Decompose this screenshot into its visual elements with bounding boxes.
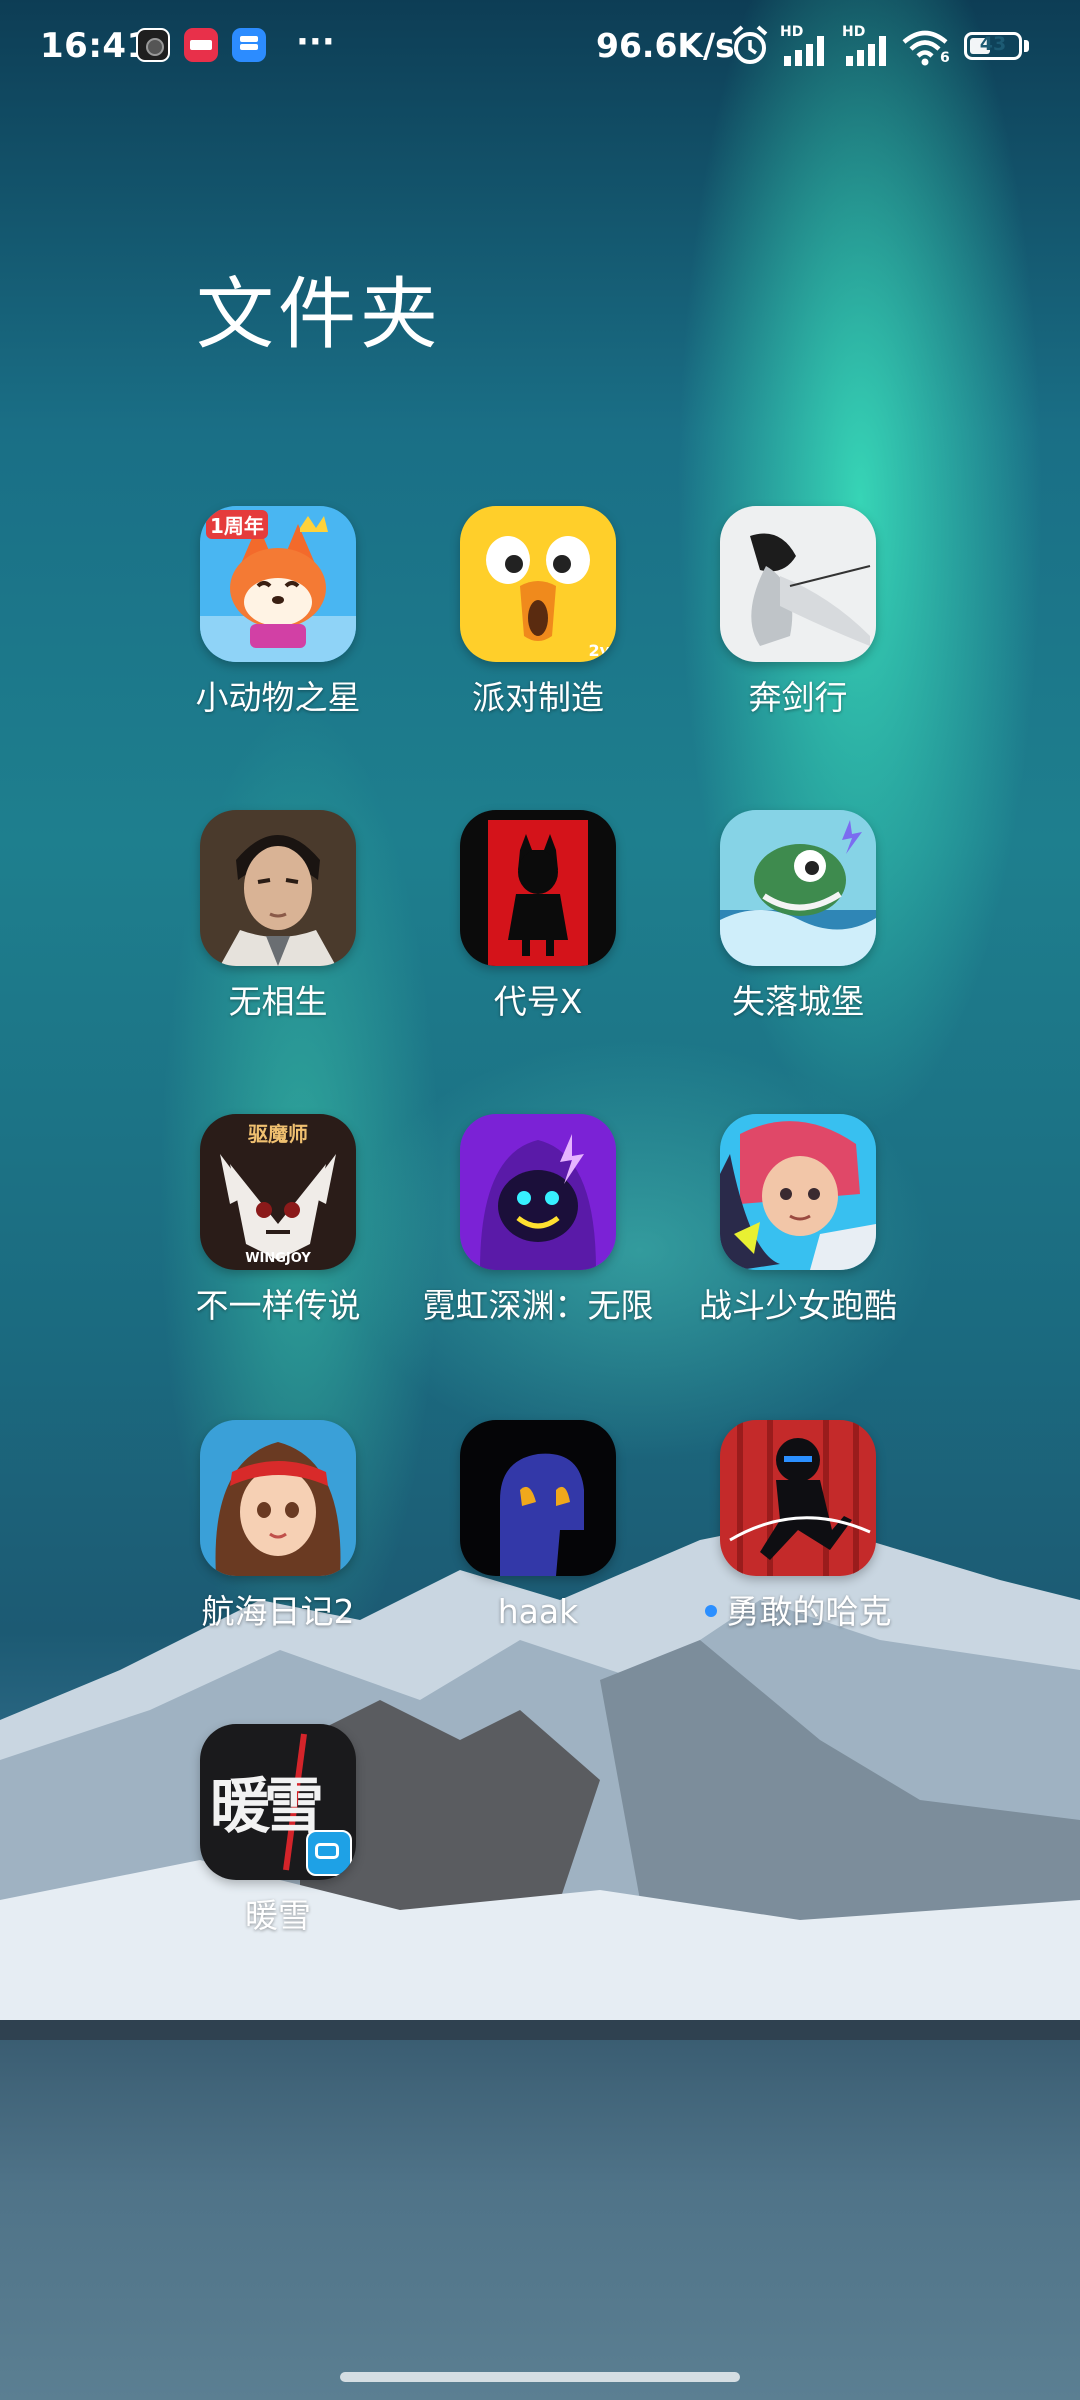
dark-mask-icon bbox=[460, 1420, 616, 1576]
app-shiluochengbao[interactable]: 失落城堡 bbox=[668, 810, 928, 1024]
app-zhandoushaonv[interactable]: 战斗少女跑酷 bbox=[668, 1114, 928, 1328]
battery-cap bbox=[1024, 40, 1029, 52]
calligraphy-text: 暖雪 bbox=[210, 1772, 324, 1842]
app-label: 派对制造 bbox=[472, 678, 604, 717]
layers-notification-icon bbox=[232, 28, 266, 62]
red-silhouette-icon bbox=[460, 810, 616, 966]
lake-wallpaper bbox=[0, 2040, 1080, 2400]
anime-girl-icon bbox=[720, 1114, 876, 1270]
exorcist-tag: 驱魔师 bbox=[248, 1122, 308, 1146]
app-label: haak bbox=[497, 1592, 579, 1631]
app-haak[interactable]: haak bbox=[408, 1420, 668, 1634]
portrait-man-icon bbox=[200, 810, 356, 966]
bilibili-badge-icon bbox=[306, 1830, 352, 1876]
swordsman-icon bbox=[720, 506, 876, 662]
app-benjianxing[interactable]: 奔剑行 bbox=[668, 506, 928, 720]
app-label: 航海日记2 bbox=[201, 1592, 355, 1631]
version-tag: 2v bbox=[588, 641, 610, 660]
app-label: 暖雪 bbox=[245, 1896, 311, 1935]
camera-notification-icon bbox=[136, 28, 170, 62]
app-label: 小动物之星 bbox=[195, 678, 361, 717]
skull-emblem-icon: 驱魔师 WINGJOY bbox=[200, 1114, 356, 1270]
app-label: 战斗少女跑酷 bbox=[699, 1286, 897, 1325]
wingjoy-tag: WINGJOY bbox=[245, 1251, 311, 1266]
status-time: 16:41 bbox=[40, 26, 151, 66]
ninja-icon bbox=[720, 1420, 876, 1576]
app-nuanxue[interactable]: 暖雪 暖雪 bbox=[148, 1724, 408, 1938]
cellular-signal-1-icon bbox=[784, 36, 824, 66]
app-label-text: 勇敢的哈克 bbox=[726, 1592, 892, 1631]
cellular-signal-2-icon bbox=[846, 36, 886, 66]
app-daihaox[interactable]: 代号X bbox=[408, 810, 668, 1024]
app-notification-icon bbox=[184, 28, 218, 62]
green-creature-icon bbox=[720, 810, 876, 966]
app-label: 失落城堡 bbox=[732, 982, 864, 1021]
alarm-icon bbox=[732, 25, 768, 64]
status-bar: 16:41 ··· 96.6K/s HD HD 6 43 bbox=[0, 0, 1080, 96]
app-yonggandehake[interactable]: 勇敢的哈克 bbox=[668, 1420, 928, 1634]
wifi-6-tag: 6 bbox=[940, 50, 950, 66]
folder-title[interactable]: 文件夹 bbox=[196, 252, 442, 364]
app-nihongshenyuan[interactable]: 霓虹深渊：无限 bbox=[408, 1114, 668, 1328]
home-screen-wallpaper: 16:41 ··· 96.6K/s HD HD 6 43 文件夹 1周年 小动物… bbox=[0, 0, 1080, 2400]
new-app-indicator bbox=[704, 1604, 717, 1617]
pirate-girl-icon bbox=[200, 1420, 356, 1576]
app-label: 代号X bbox=[493, 982, 583, 1021]
app-label: 不一样传说 bbox=[195, 1286, 361, 1325]
app-paiduizhizao[interactable]: 2v 派对制造 bbox=[408, 506, 668, 720]
anniversary-tag: 1周年 bbox=[206, 510, 268, 539]
app-hanghairiji2[interactable]: 航海日记2 bbox=[148, 1420, 408, 1634]
fox-character-icon: 1周年 bbox=[200, 506, 356, 662]
battery-icon: 43 bbox=[964, 32, 1022, 60]
yellow-bird-icon: 2v bbox=[460, 506, 616, 662]
app-label: 霓虹深渊：无限 bbox=[422, 1286, 654, 1325]
app-label: 奔剑行 bbox=[748, 678, 848, 717]
battery-level: 43 bbox=[979, 33, 1007, 55]
calligraphy-icon: 暖雪 bbox=[200, 1724, 356, 1880]
app-buyiyangchuanshuo[interactable]: 驱魔师 WINGJOY 不一样传说 bbox=[148, 1114, 408, 1328]
network-speed: 96.6K/s bbox=[596, 26, 735, 65]
app-label: 无相生 bbox=[228, 982, 328, 1021]
app-label: 勇敢的哈克 bbox=[668, 1590, 928, 1634]
app-wuxiangsheng[interactable]: 无相生 bbox=[148, 810, 408, 1024]
home-gesture-bar[interactable] bbox=[340, 2372, 740, 2382]
hooded-neon-icon bbox=[460, 1114, 616, 1270]
app-xiaodongwu[interactable]: 1周年 小动物之星 bbox=[148, 506, 408, 720]
more-notifications-icon: ··· bbox=[296, 22, 335, 62]
